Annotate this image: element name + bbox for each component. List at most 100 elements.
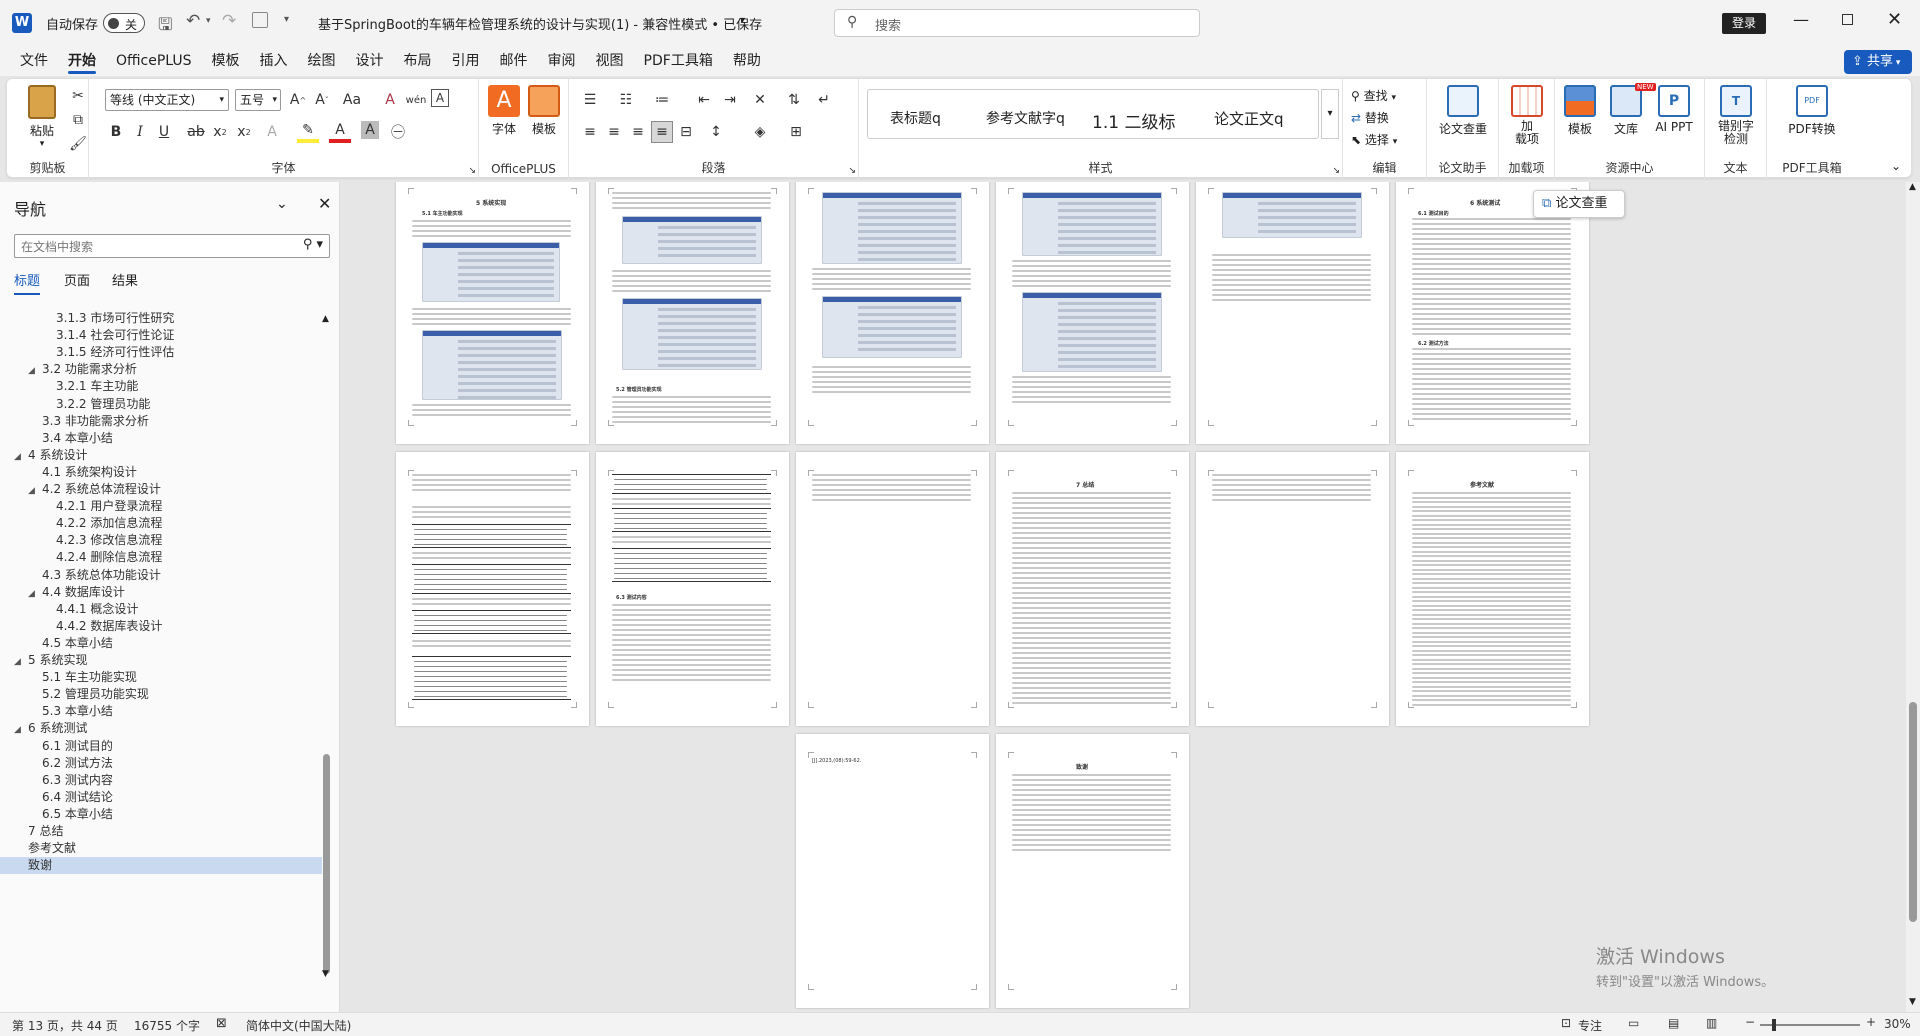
font-size-select[interactable]: 五号 ▾ xyxy=(235,89,281,111)
doc-scroll-thumb[interactable] xyxy=(1909,702,1917,922)
doc-scroll-down-icon[interactable]: ▼ xyxy=(1909,997,1916,1007)
nav-heading-item[interactable]: 3.3 非功能需求分析 xyxy=(0,413,322,430)
title-dropdown-icon[interactable]: ▾ xyxy=(740,15,745,26)
close-icon[interactable]: ✕ xyxy=(1887,9,1902,30)
nav-heading-item[interactable]: 4.4.1 概念设计 xyxy=(0,601,322,618)
style-gallery-more-icon[interactable]: ▾ xyxy=(1321,89,1339,139)
search-box[interactable]: ⚲ 搜索 xyxy=(834,9,1200,37)
restore-icon[interactable] xyxy=(1842,14,1853,25)
style-item-heading2[interactable]: 1.1 二级标 xyxy=(1092,108,1175,133)
nav-heading-item[interactable]: 参考文献 xyxy=(0,840,322,857)
document-page[interactable]: 6.3 测试内容 xyxy=(596,452,789,726)
minimize-icon[interactable]: — xyxy=(1793,10,1809,29)
document-page[interactable]: 参考文献 xyxy=(1396,452,1589,726)
web-layout-icon[interactable]: ▥ xyxy=(1706,1016,1717,1030)
nav-heading-item[interactable]: ◢ 4.4 数据库设计 xyxy=(0,584,322,601)
style-item-table-title[interactable]: 表标题q xyxy=(890,108,941,128)
styles-dialog-launcher-icon[interactable]: ↘ xyxy=(1332,166,1340,176)
doc-scroll-up-icon[interactable]: ▲ xyxy=(1909,182,1916,192)
nav-heading-item[interactable]: 3.1.3 市场可行性研究 xyxy=(0,310,322,327)
borders-icon[interactable]: ⊞ xyxy=(785,121,807,143)
underline-icon[interactable]: U xyxy=(153,121,175,143)
increase-indent-icon[interactable]: ⇥ xyxy=(719,89,741,111)
document-scrollbar[interactable]: ▲ ▼ xyxy=(1906,182,1920,1012)
nav-heading-item[interactable]: 3.1.4 社会可行性论证 xyxy=(0,327,322,344)
subscript-icon[interactable]: x2 xyxy=(209,121,231,143)
multilevel-list-icon[interactable]: ≔ xyxy=(651,89,673,111)
text-effects-icon[interactable]: A xyxy=(261,121,283,143)
ribbon-tab-3[interactable]: 模板 xyxy=(202,46,250,76)
bullets-icon[interactable]: ☰ xyxy=(579,89,601,111)
nav-heading-item[interactable]: 5.2 管理员功能实现 xyxy=(0,686,322,703)
shading-icon[interactable]: ◈ xyxy=(749,121,771,143)
nav-tab-1[interactable]: 页面 xyxy=(64,270,90,293)
format-painter-icon[interactable]: 🖌 xyxy=(67,133,89,155)
save-icon[interactable]: 🖫 xyxy=(158,12,172,41)
nav-tab-2[interactable]: 结果 xyxy=(112,270,138,293)
nav-heading-item[interactable]: ◢ 4 系统设计 xyxy=(0,447,322,464)
typo-check-button[interactable]: T 错别字 检测 xyxy=(1711,85,1761,155)
nav-heading-item[interactable]: ◢ 6 系统测试 xyxy=(0,720,322,737)
page-count[interactable]: 第 13 页，共 44 页 xyxy=(12,1017,118,1034)
ai-ppt-button[interactable]: P AI PPT xyxy=(1649,85,1699,155)
ribbon-tab-9[interactable]: 邮件 xyxy=(490,46,538,76)
document-page[interactable]: 5.2 管理员功能实现 xyxy=(596,182,789,444)
nav-heading-item[interactable]: 5.1 车主功能实现 xyxy=(0,669,322,686)
ribbon-tab-8[interactable]: 引用 xyxy=(442,46,490,76)
redo-icon[interactable]: ↷ xyxy=(222,11,236,31)
strikethrough-icon[interactable]: ab xyxy=(185,121,207,143)
nav-heading-item[interactable]: 6.4 测试结论 xyxy=(0,789,322,806)
pdf-convert-button[interactable]: PDF PDF转换 xyxy=(1779,85,1845,155)
enclose-char-icon[interactable]: ㊀ xyxy=(387,121,409,143)
document-page[interactable]: 致谢 xyxy=(996,734,1189,1008)
cut-icon[interactable]: ✂ xyxy=(67,85,89,107)
focus-mode[interactable]: 专注 xyxy=(1578,1017,1602,1034)
decrease-indent-icon[interactable]: ⇤ xyxy=(693,89,715,111)
font-color-icon[interactable]: A xyxy=(329,121,351,143)
zoom-slider-thumb[interactable] xyxy=(1772,1019,1776,1031)
change-case-icon[interactable]: Aa xyxy=(341,89,363,111)
font-name-select[interactable]: 等线 (中文正文) ▾ xyxy=(105,89,229,111)
nav-heading-item[interactable]: 4.2.2 添加信息流程 xyxy=(0,515,322,532)
nav-heading-item[interactable]: ◢ 4.2 系统总体流程设计 xyxy=(0,481,322,498)
document-page[interactable] xyxy=(396,452,589,726)
ribbon-tab-10[interactable]: 审阅 xyxy=(538,46,586,76)
paragraph-dialog-launcher-icon[interactable]: ↘ xyxy=(848,166,856,176)
nav-heading-item[interactable]: ◢ 5 系统实现 xyxy=(0,652,322,669)
login-button[interactable]: 登录 xyxy=(1722,13,1766,34)
document-page[interactable]: 5 系统实现 5.1 车主功能实现 xyxy=(396,182,589,444)
align-left-icon[interactable]: ≡ xyxy=(579,121,601,143)
addins-button[interactable]: 加 载项 xyxy=(1502,85,1552,155)
undo-dropdown-icon[interactable]: ▾ xyxy=(206,16,211,26)
document-title[interactable]: 基于SpringBoot的车辆年检管理系统的设计与实现(1) - 兼容性模式 •… xyxy=(318,14,762,33)
format-painter-qat-icon[interactable] xyxy=(252,12,268,28)
nav-search-icon[interactable]: ⚲ ▾ xyxy=(303,237,323,252)
line-spacing-icon[interactable]: ↕ xyxy=(705,121,727,143)
nav-scroll-up-icon[interactable]: ▲ xyxy=(322,314,329,324)
grow-font-icon[interactable]: A ^ xyxy=(287,89,309,111)
ribbon-tab-1[interactable]: 开始 xyxy=(58,46,106,76)
document-canvas[interactable]: 5 系统实现 5.1 车主功能实现 5.2 管理员功能实现 6 系统测试 6.1 测试目… xyxy=(341,182,1906,1012)
char-shading-icon[interactable]: A xyxy=(361,121,379,139)
focus-icon[interactable]: ⊡ xyxy=(1561,1016,1571,1030)
print-layout-icon[interactable]: ▤ xyxy=(1668,1016,1679,1030)
zoom-level[interactable]: 30% xyxy=(1884,1017,1911,1031)
ribbon-tab-12[interactable]: PDF工具箱 xyxy=(634,46,723,76)
nav-heading-item[interactable]: 4.5 本章小结 xyxy=(0,635,322,652)
paper-check-floating-button[interactable]: ⧉ 论文查重 xyxy=(1533,190,1625,218)
nav-scroll-thumb[interactable] xyxy=(323,754,330,974)
autosave-toggle[interactable]: 关 xyxy=(103,13,145,33)
nav-heading-item[interactable]: 6.3 测试内容 xyxy=(0,772,322,789)
undo-icon[interactable]: ↶ xyxy=(186,11,200,31)
nav-heading-item[interactable]: 4.2.4 删除信息流程 xyxy=(0,549,322,566)
document-page[interactable] xyxy=(1196,182,1389,444)
zoom-slider[interactable] xyxy=(1760,1019,1860,1031)
numbering-icon[interactable]: ☷ xyxy=(615,89,637,111)
document-page[interactable] xyxy=(1196,452,1389,726)
bold-icon[interactable]: B xyxy=(105,121,127,143)
nav-heading-item[interactable]: ◢ 3.2 功能需求分析 xyxy=(0,361,322,378)
nav-heading-item[interactable]: 7 总结 xyxy=(0,823,322,840)
nav-heading-item[interactable]: 4.1 系统架构设计 xyxy=(0,464,322,481)
font-dialog-launcher-icon[interactable]: ↘ xyxy=(468,166,476,176)
find-button[interactable]: ⚲ 查找 ▾ xyxy=(1351,87,1396,104)
